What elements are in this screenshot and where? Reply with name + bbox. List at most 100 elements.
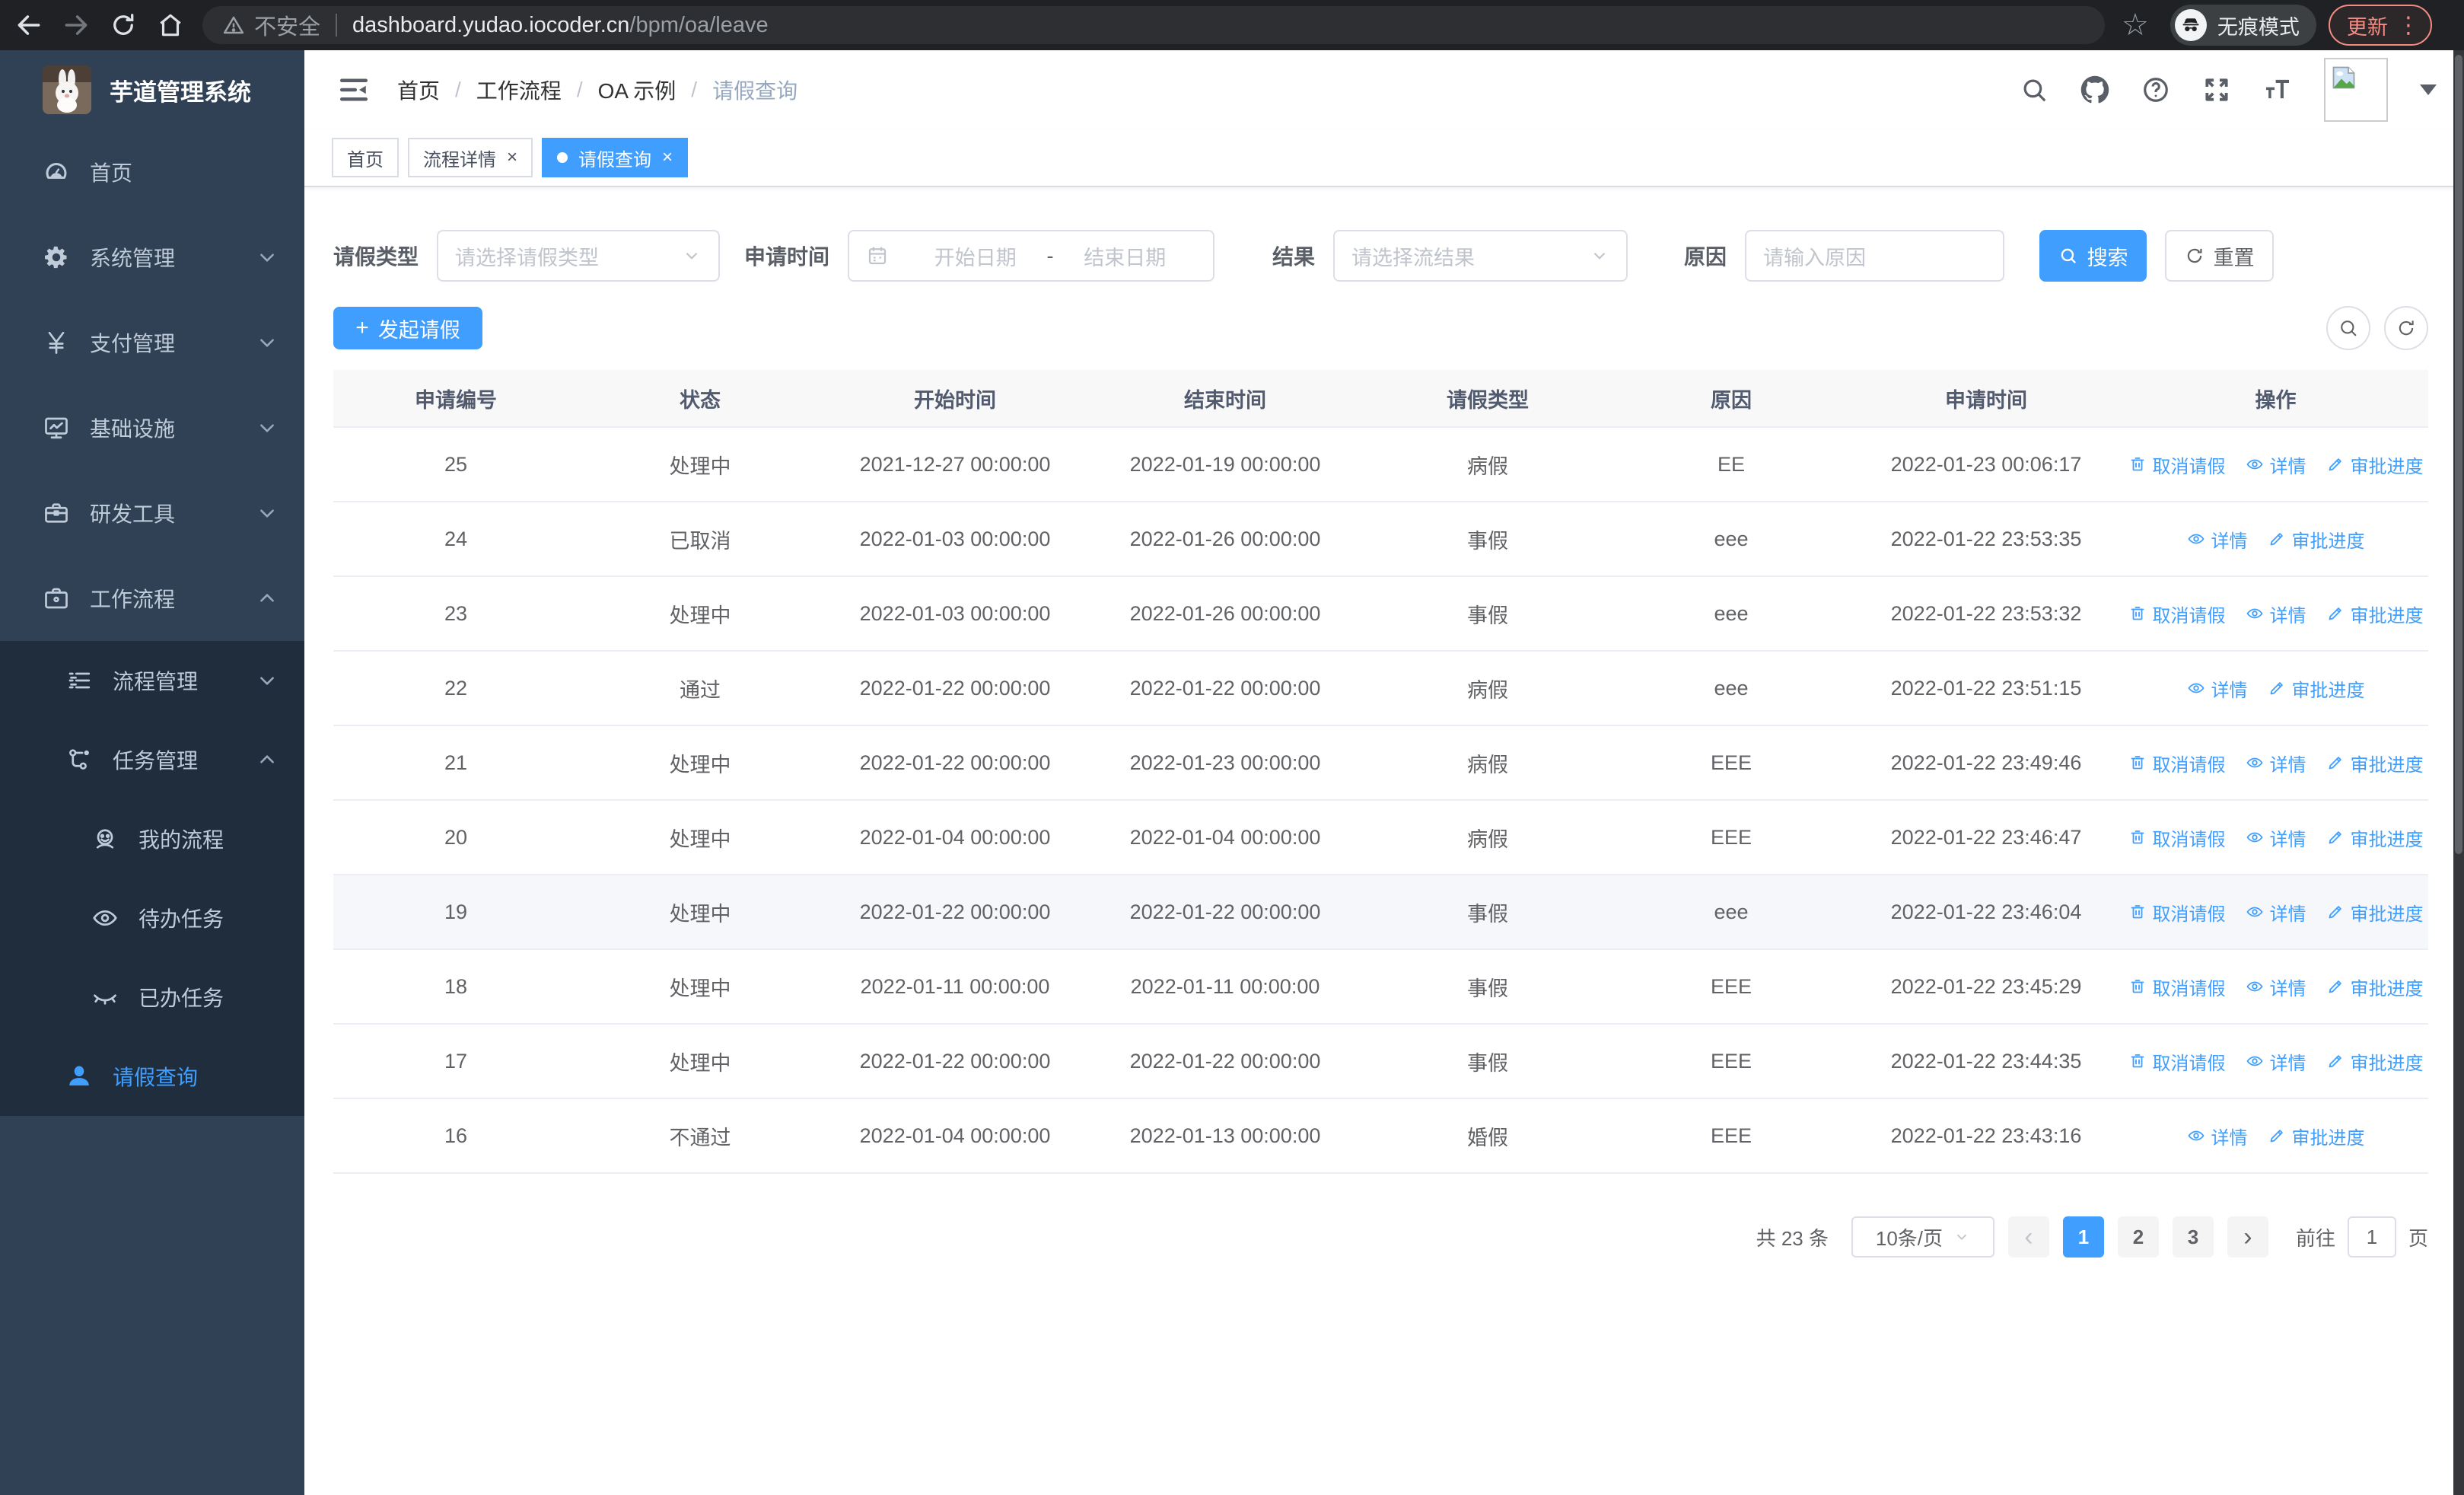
action-progress-link[interactable]: 审批进度 [2326,750,2424,776]
filter-form: 请假类型 请选择请假类型 申请时间 开始日期 - 结束日期 结果 请选择流结果 [333,230,2428,282]
sidebar-item-home[interactable]: 首页 [0,129,304,215]
action-detail-link[interactable]: 详情 [2246,899,2306,926]
sidebar-item-leave-query[interactable]: 请假查询 [0,1037,304,1116]
tab-请假查询[interactable]: 请假查询 × [542,138,689,177]
table-row: 25 处理中 2021-12-27 00:00:00 2022-01-19 00:00… [333,428,2428,502]
sidebar-collapse-icon[interactable] [338,74,370,106]
action-cancel-link[interactable]: 取消请假 [2128,1048,2226,1075]
action-progress-link[interactable]: 审批进度 [2268,526,2365,553]
prev-page-button[interactable]: ‹ [2007,1216,2049,1258]
avatar[interactable] [2324,58,2388,122]
sidebar-item-process-mgmt[interactable]: 流程管理 [0,641,304,720]
cell-id: 25 [444,452,468,476]
page-button-1[interactable]: 1 [2062,1216,2104,1258]
tab-流程详情[interactable]: 流程详情 × [408,138,533,177]
cell-reason: eee [1714,601,1749,625]
action-cancel-link[interactable]: 取消请假 [2128,899,2226,926]
sidebar-item-payment[interactable]: 支付管理 [0,300,304,385]
cell-reason: EEE [1710,1049,1752,1073]
reason-input[interactable]: 请输入原因 [1745,230,2005,282]
tab-首页[interactable]: 首页 [332,138,399,177]
action-progress-link[interactable]: 审批进度 [2326,1048,2424,1075]
browser-back-icon[interactable] [11,7,47,43]
search-button[interactable]: 搜索 [2039,230,2147,282]
leave-type-select[interactable]: 请选择请假类型 [437,230,721,282]
next-page-button[interactable]: › [2227,1216,2268,1258]
action-progress-link[interactable]: 审批进度 [2326,899,2424,926]
eye-icon [91,904,119,932]
result-select[interactable]: 请选择流结果 [1333,230,1628,282]
address-bar[interactable]: 不安全 dashboard.yudao.iocoder.cn/bpm/oa/le… [202,6,2105,44]
cell-reason: eee [1714,527,1749,550]
action-cancel-link[interactable]: 取消请假 [2128,824,2226,851]
sidebar-item-devtools[interactable]: 研发工具 [0,470,304,556]
column-header: 请假类型 [1447,388,1529,412]
action-cancel-link[interactable]: 取消请假 [2128,451,2226,478]
sidebar-item-todo-tasks[interactable]: 待办任务 [0,878,304,958]
cell-actions: 取消请假 详情 审批进度 [2123,899,2428,926]
page-size-select[interactable]: 10条/页 [1851,1216,1994,1258]
page-scrollbar[interactable] [2453,50,2464,1495]
close-icon[interactable]: × [507,148,517,167]
cell-status: 处理中 [669,604,731,627]
action-progress-link[interactable]: 审批进度 [2326,601,2424,627]
cell-reason: EE [1717,452,1746,476]
fullscreen-icon[interactable] [2202,75,2231,104]
action-cancel-link[interactable]: 取消请假 [2128,750,2226,776]
action-detail-link[interactable]: 详情 [2246,601,2306,627]
font-size-icon[interactable] [2263,75,2292,104]
help-icon[interactable] [2141,75,2170,104]
github-icon[interactable] [2080,75,2109,104]
edit-icon [2268,679,2286,697]
search-icon[interactable] [2020,75,2049,104]
action-detail-link[interactable]: 详情 [2246,974,2306,1000]
reset-button[interactable]: 重置 [2165,230,2275,282]
table-row: 16 不通过 2022-01-04 00:00:00 2022-01-13 00:00… [333,1099,2428,1174]
action-progress-link[interactable]: 审批进度 [2268,1123,2365,1149]
action-detail-link[interactable]: 详情 [2187,1123,2248,1149]
page-button-3[interactable]: 3 [2172,1216,2214,1258]
browser-menu-icon[interactable]: ⋮ [2397,12,2420,39]
breadcrumb-item[interactable]: 工作流程 [476,75,562,105]
action-cancel-link[interactable]: 取消请假 [2128,601,2226,627]
browser-forward-icon[interactable] [58,7,94,43]
page-button-2[interactable]: 2 [2117,1216,2159,1258]
action-detail-link[interactable]: 详情 [2187,675,2248,702]
chevron-down-icon[interactable] [2420,84,2437,95]
action-cancel-link[interactable]: 取消请假 [2128,974,2226,1000]
cell-applied: 2022-01-23 00:06:17 [1890,452,2082,476]
action-detail-link[interactable]: 详情 [2246,824,2306,851]
app-title: 芋道管理系统 [110,78,251,106]
browser-update-button[interactable]: 更新 ⋮ [2328,5,2432,46]
action-progress-link[interactable]: 审批进度 [2326,451,2424,478]
action-detail-link[interactable]: 详情 [2187,526,2248,553]
sidebar-item-workflow[interactable]: 工作流程 [0,556,304,641]
breadcrumb-item[interactable]: OA 示例 [598,75,676,105]
scrollbar-thumb[interactable] [2455,55,2462,854]
app-logo[interactable]: 芋道管理系统 [0,50,304,129]
action-progress-link[interactable]: 审批进度 [2326,824,2424,851]
create-leave-button[interactable]: + 发起请假 [333,307,482,349]
sidebar-item-task-mgmt[interactable]: 任务管理 [0,720,304,799]
url-host: dashboard.yudao.iocoder.cn [352,12,630,37]
sidebar-item-my-process[interactable]: 我的流程 [0,799,304,878]
action-detail-link[interactable]: 详情 [2246,451,2306,478]
breadcrumb-item[interactable]: 首页 [397,75,440,105]
sidebar-item-system[interactable]: 系统管理 [0,215,304,300]
action-progress-link[interactable]: 审批进度 [2268,675,2365,702]
action-progress-link[interactable]: 审批进度 [2326,974,2424,1000]
browser-reload-icon[interactable] [105,7,142,43]
sidebar-item-done-tasks[interactable]: 已办任务 [0,958,304,1037]
goto-page-input[interactable]: 1 [2347,1216,2396,1258]
bookmark-star-icon[interactable]: ☆ [2122,10,2149,40]
refresh-table-button[interactable] [2384,306,2428,350]
action-detail-link[interactable]: 详情 [2246,1048,2306,1075]
browser-home-icon[interactable] [152,7,189,43]
close-icon[interactable]: × [662,148,673,167]
edit-icon [2326,604,2345,623]
cell-id: 19 [444,900,468,923]
sidebar-item-infra[interactable]: 基础设施 [0,385,304,470]
apply-time-range-picker[interactable]: 开始日期 - 结束日期 [848,230,1215,282]
show-search-toggle-button[interactable] [2326,306,2370,350]
action-detail-link[interactable]: 详情 [2246,750,2306,776]
